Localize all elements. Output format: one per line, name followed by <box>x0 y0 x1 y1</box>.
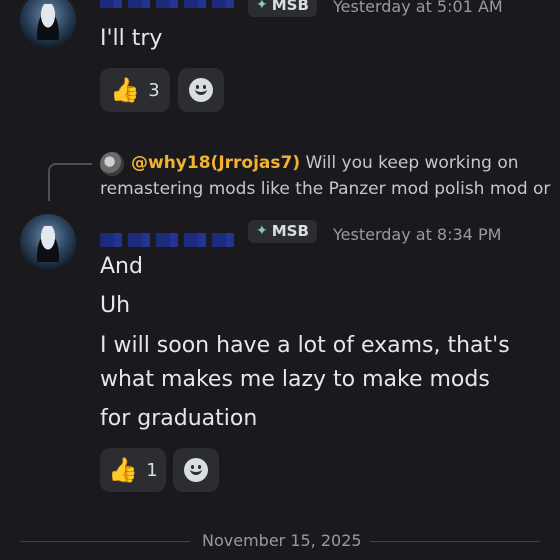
date-divider-line-left <box>20 541 190 542</box>
message-line: And <box>100 254 143 279</box>
date-divider-line-right <box>370 541 540 542</box>
author-name-redacted[interactable] <box>100 0 240 8</box>
author-avatar[interactable] <box>20 214 76 270</box>
message-line: for graduation <box>100 406 258 431</box>
server-tag-label: MSB <box>271 222 309 240</box>
date-divider-label: November 15, 2025 <box>202 531 362 550</box>
add-reaction-button[interactable] <box>178 68 224 112</box>
reply-preview-line1: Will you keep working on <box>305 153 519 173</box>
thumbs-up-emoji: 👍 <box>110 76 141 104</box>
reply-connector <box>48 163 92 201</box>
author-name-redacted[interactable] <box>100 233 240 247</box>
message-timestamp: Yesterday at 5:01 AM <box>333 0 503 16</box>
message-line: I will soon have a lot of exams, that's <box>100 333 510 358</box>
reaction-thumbs-up[interactable]: 👍 3 <box>100 68 170 112</box>
thumbs-up-emoji: 👍 <box>108 456 139 484</box>
message-line: what makes me lazy to make mods <box>100 367 490 392</box>
reaction-count: 1 <box>146 459 158 481</box>
reaction-thumbs-up[interactable]: 👍 1 <box>100 448 166 492</box>
message-text: I'll try <box>100 26 163 51</box>
message-timestamp: Yesterday at 8:34 PM <box>333 225 502 244</box>
avatar-figure <box>34 226 62 262</box>
server-tag[interactable]: ✦ MSB <box>248 220 317 243</box>
smiley-icon <box>184 458 208 482</box>
add-reaction-button[interactable] <box>173 448 219 492</box>
diamond-sparkle-icon: ✦ <box>256 223 268 239</box>
reply-author-avatar[interactable] <box>100 152 124 176</box>
avatar-figure <box>34 4 62 40</box>
reply-preview[interactable]: @why18(Jrrojas7) Will you keep working o… <box>131 150 551 176</box>
smiley-icon <box>189 78 213 102</box>
diamond-sparkle-icon: ✦ <box>256 0 268 13</box>
author-avatar[interactable] <box>20 0 76 48</box>
reply-author-mention[interactable]: @why18(Jrrojas7) <box>131 153 300 173</box>
reaction-count: 3 <box>148 79 160 101</box>
server-tag[interactable]: ✦ MSB <box>248 0 317 17</box>
reply-preview-line2: remastering mods like the Panzer mod pol… <box>100 179 551 199</box>
message-line: Uh <box>100 293 131 318</box>
server-tag-label: MSB <box>271 0 309 14</box>
